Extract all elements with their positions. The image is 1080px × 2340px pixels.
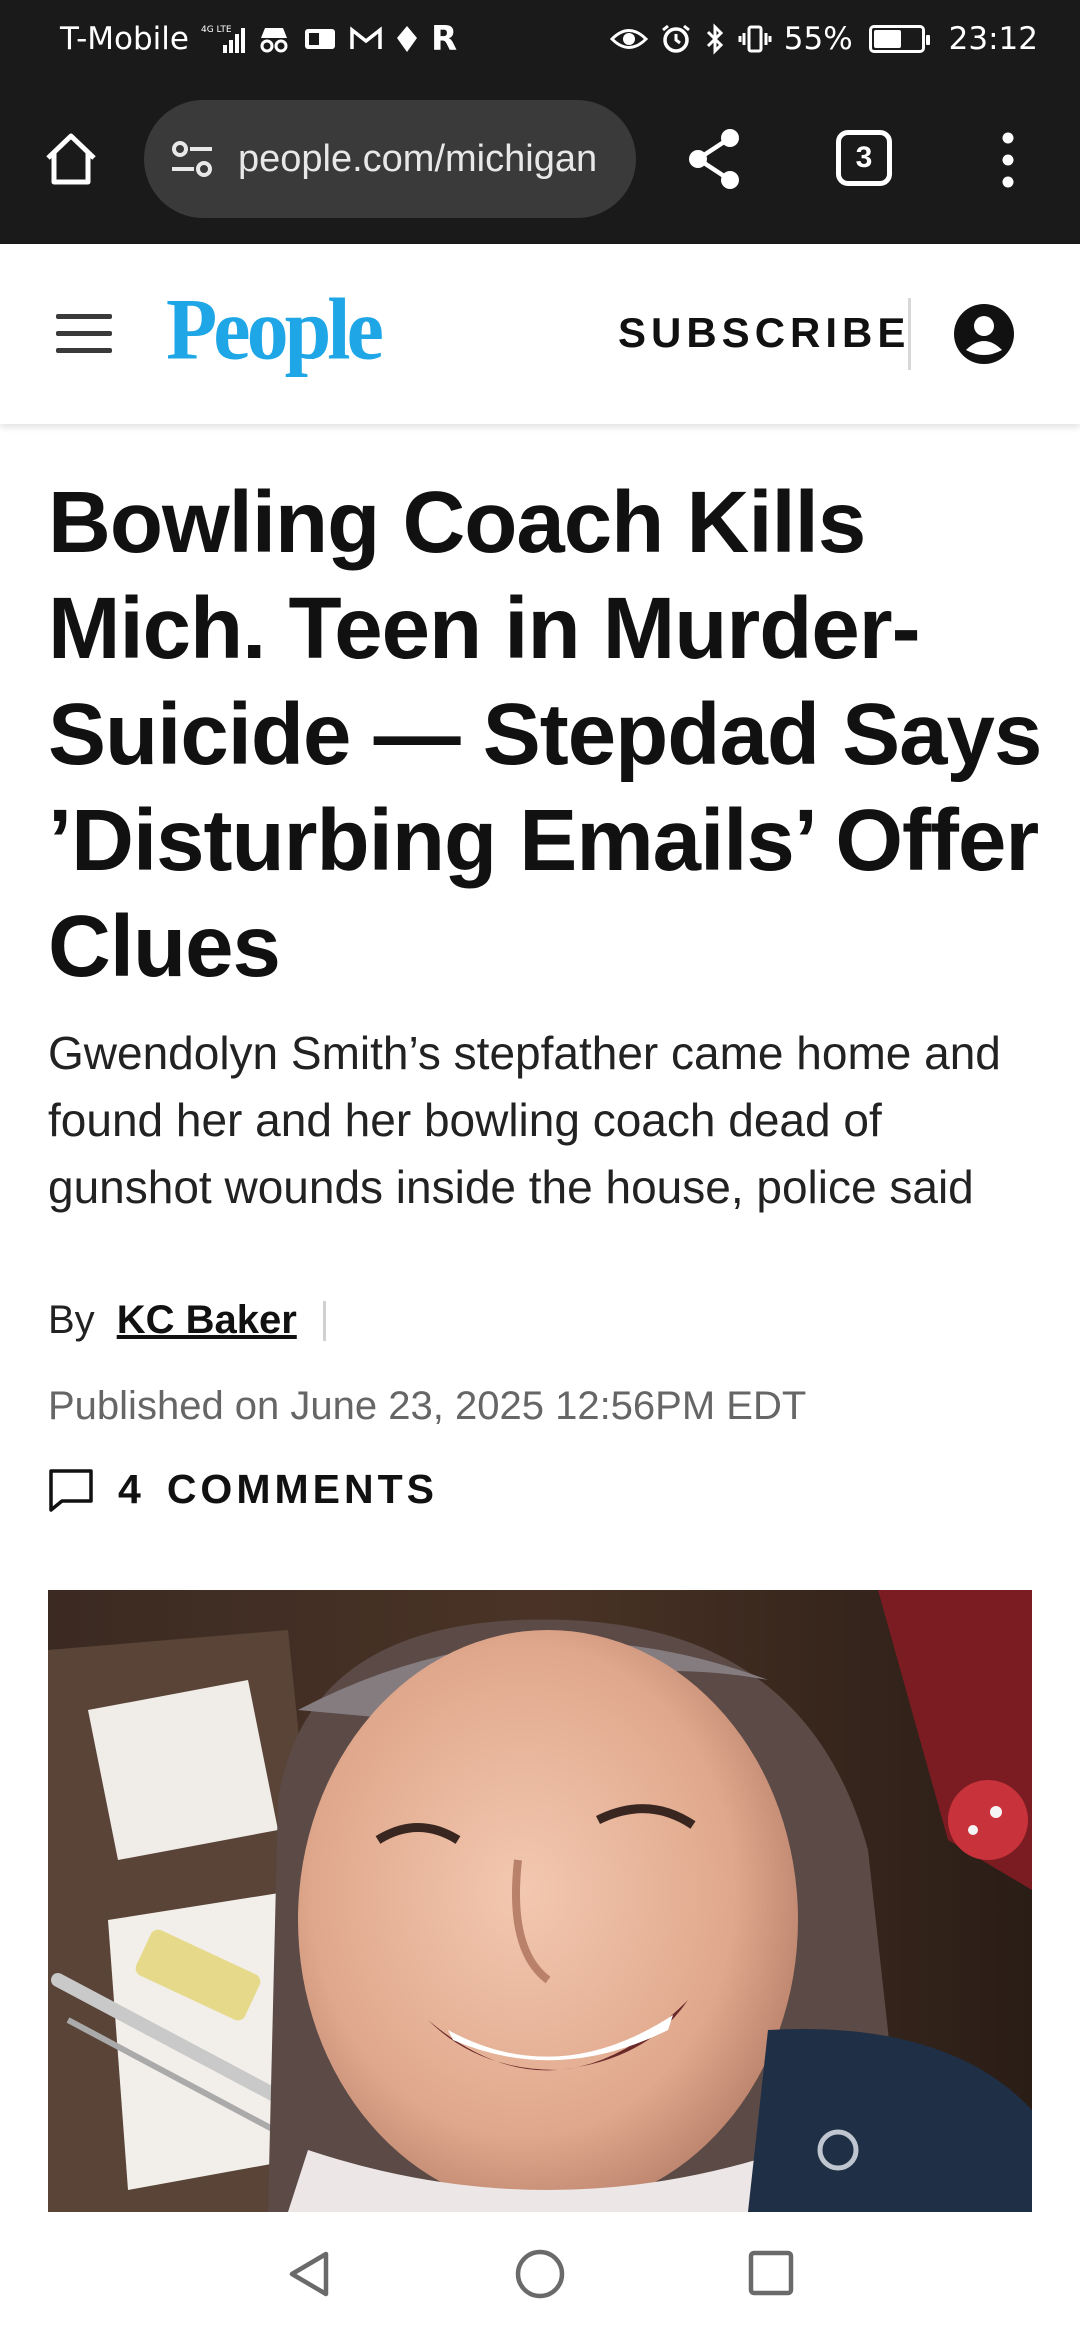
back-icon[interactable] bbox=[284, 2248, 334, 2300]
incognito-icon bbox=[257, 24, 291, 54]
status-left: T-Mobile 4G LTE R bbox=[60, 19, 457, 59]
comment-icon bbox=[49, 1468, 93, 1512]
comments-label: COMMENTS bbox=[166, 1466, 438, 1512]
eye-comfort-icon bbox=[609, 26, 648, 52]
gmail-icon bbox=[349, 25, 383, 53]
hero-image[interactable] bbox=[48, 1590, 1032, 2212]
hamburger-menu-icon[interactable] bbox=[56, 314, 112, 356]
address-bar[interactable]: people.com/michigan bbox=[144, 100, 636, 218]
byline: By KC Baker bbox=[48, 1298, 326, 1343]
home-icon[interactable] bbox=[514, 2248, 566, 2300]
author-link[interactable]: KC Baker bbox=[117, 1298, 297, 1343]
photo-of-smiling-teen bbox=[48, 1590, 1032, 2212]
system-navigation-bar bbox=[0, 2212, 1080, 2340]
account-icon[interactable] bbox=[952, 302, 1016, 366]
byline-divider bbox=[322, 1300, 326, 1341]
bluetooth-icon bbox=[704, 23, 726, 55]
article-headline: Bowling Coach Kills Mich. Teen in Murder… bbox=[48, 474, 1042, 995]
comments-count: 4 bbox=[118, 1466, 145, 1512]
battery-level-fill bbox=[873, 30, 902, 48]
people-logo[interactable]: People bbox=[166, 285, 384, 374]
recents-icon[interactable] bbox=[748, 2250, 794, 2296]
share-icon[interactable] bbox=[684, 126, 746, 192]
carrier-name: T-Mobile bbox=[60, 21, 189, 57]
site-settings-icon[interactable] bbox=[166, 133, 218, 185]
tab-switcher-button[interactable]: 3 bbox=[836, 130, 892, 186]
publish-date: Published on June 23, 2025 12:56PM EDT bbox=[48, 1384, 807, 1428]
browser-toolbar: people.com/michigan 3 bbox=[0, 78, 1080, 244]
vibrate-icon bbox=[738, 24, 772, 54]
r-app-icon: R bbox=[430, 19, 458, 59]
status-right: 55% 23:12 bbox=[609, 21, 1038, 57]
header-divider bbox=[908, 298, 911, 370]
clock: 23:12 bbox=[948, 21, 1038, 57]
subscribe-link[interactable]: SUBSCRIBE bbox=[618, 308, 910, 358]
site-header: People SUBSCRIBE bbox=[0, 244, 1080, 424]
byline-prefix: By bbox=[48, 1298, 95, 1342]
svg-text:4G LTE: 4G LTE bbox=[201, 25, 232, 35]
comments-link[interactable]: 4 COMMENTS bbox=[48, 1466, 438, 1513]
home-icon[interactable] bbox=[40, 128, 102, 190]
article-dek: Gwendolyn Smith’s stepfather came home a… bbox=[48, 1027, 1001, 1213]
location-icon bbox=[395, 24, 419, 54]
battery-percent: 55% bbox=[783, 21, 853, 57]
signal-icon: 4G LTE bbox=[201, 23, 245, 55]
url-text[interactable]: people.com/michigan bbox=[238, 138, 597, 181]
status-bar: T-Mobile 4G LTE R 55% 23:12 bbox=[0, 0, 1080, 78]
battery-icon bbox=[868, 25, 930, 53]
mail-app-icon bbox=[303, 25, 337, 53]
alarm-icon bbox=[660, 23, 692, 55]
more-menu-icon[interactable] bbox=[996, 130, 1020, 190]
